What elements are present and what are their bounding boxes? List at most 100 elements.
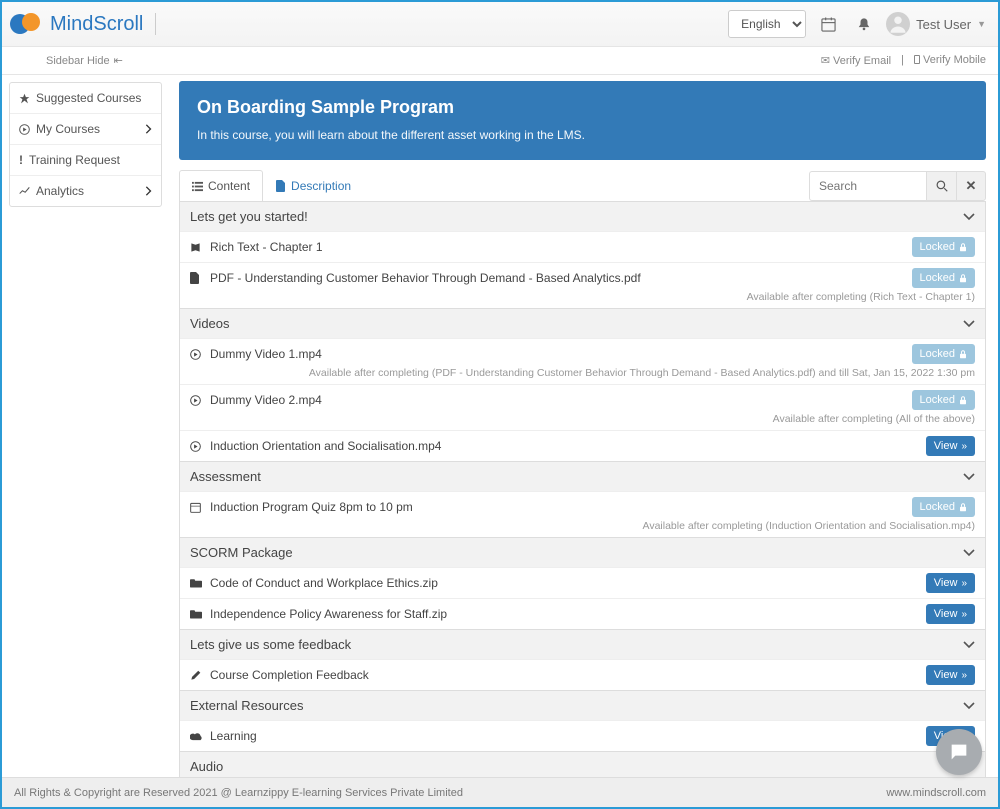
sidebar-item[interactable]: Analytics	[10, 176, 161, 206]
content-item: Rich Text - Chapter 1 Locked	[180, 231, 985, 262]
item-title: Dummy Video 2.mp4	[210, 393, 906, 407]
item-title: Independence Policy Awareness for Staff.…	[210, 607, 920, 621]
item-title: Rich Text - Chapter 1	[210, 240, 906, 254]
chevron-double-right-icon: »	[961, 441, 967, 452]
sidebar-icon: !	[19, 153, 23, 167]
nav-divider	[155, 13, 156, 35]
chevron-down-icon	[963, 702, 975, 710]
content-item: Dummy Video 2.mp4 Locked Available after…	[180, 384, 985, 430]
section-header[interactable]: External Resources	[180, 690, 985, 720]
file-icon	[276, 180, 286, 192]
mail-icon: ✉	[821, 55, 830, 67]
locked-button: Locked	[912, 390, 975, 410]
avatar-icon	[886, 12, 910, 36]
course-accordion: Lets get you started! Rich Text - Chapte…	[179, 201, 986, 777]
chevron-double-right-icon: »	[961, 578, 967, 589]
section-header[interactable]: Lets give us some feedback	[180, 629, 985, 659]
section-header[interactable]: Audio	[180, 751, 985, 777]
view-button[interactable]: View »	[926, 436, 975, 456]
section-header[interactable]: Videos	[180, 308, 985, 338]
user-menu[interactable]: Test User ▼	[886, 12, 986, 36]
collapse-left-icon: ⇤	[114, 54, 123, 67]
section-header[interactable]: Assessment	[180, 461, 985, 491]
item-availability-note: Available after completing (All of the a…	[190, 413, 975, 425]
view-button[interactable]: View »	[926, 604, 975, 624]
section-title: Lets give us some feedback	[190, 637, 351, 652]
folder-icon	[190, 609, 204, 619]
sidebar-item[interactable]: ! Training Request	[10, 145, 161, 176]
tab-description[interactable]: Description	[263, 170, 364, 201]
chevron-down-icon	[963, 213, 975, 221]
content-item: Induction Program Quiz 8pm to 10 pm Lock…	[180, 491, 985, 537]
chat-icon	[948, 741, 970, 763]
item-availability-note: Available after completing (PDF - Unders…	[190, 367, 975, 379]
list-icon	[192, 181, 203, 192]
search-input[interactable]	[809, 171, 926, 201]
content-item: Dummy Video 1.mp4 Locked Available after…	[180, 338, 985, 384]
locked-button: Locked	[912, 237, 975, 257]
section-title: Videos	[190, 316, 230, 331]
content-item: Course Completion Feedback View »	[180, 659, 985, 690]
view-button[interactable]: View »	[926, 573, 975, 593]
main-content: On Boarding Sample Program In this cours…	[169, 75, 998, 777]
sidebar-label: Training Request	[29, 153, 120, 167]
play-icon	[190, 349, 204, 360]
chevron-double-right-icon: »	[961, 670, 967, 681]
clear-search-button[interactable]: ✕	[956, 171, 986, 201]
mobile-icon	[914, 55, 920, 64]
chevron-down-icon	[963, 641, 975, 649]
sidebar-label: Analytics	[36, 184, 84, 198]
item-availability-note: Available after completing (Rich Text - …	[190, 291, 975, 303]
sidebar-item[interactable]: Suggested Courses	[10, 83, 161, 114]
item-title: Course Completion Feedback	[210, 668, 920, 682]
section-header[interactable]: Lets get you started!	[180, 201, 985, 231]
chevron-down-icon	[963, 473, 975, 481]
brand[interactable]: MindScroll	[10, 13, 143, 36]
top-navbar: MindScroll English Test User ▼	[2, 2, 998, 47]
locked-button: Locked	[912, 497, 975, 517]
item-title: Induction Orientation and Socialisation.…	[210, 439, 920, 453]
item-availability-note: Available after completing (Induction Or…	[190, 520, 975, 532]
verify-email-link[interactable]: ✉ Verify Email	[821, 54, 891, 67]
calendar-icon[interactable]	[814, 8, 842, 40]
sidebar-item[interactable]: My Courses	[10, 114, 161, 145]
book-icon	[190, 242, 204, 253]
footer-right[interactable]: www.mindscroll.com	[886, 787, 986, 799]
search-button[interactable]	[926, 171, 956, 201]
sidebar-toggle[interactable]: Sidebar Hide ⇤	[46, 54, 123, 67]
folder-icon	[190, 578, 204, 588]
brand-logo-icon	[10, 13, 44, 35]
verify-mobile-link[interactable]: Verify Mobile	[914, 54, 986, 67]
lock-icon	[959, 274, 967, 283]
locked-button: Locked	[912, 268, 975, 288]
sidebar: Suggested Courses My Courses ! Training …	[2, 75, 169, 777]
brand-text: MindScroll	[50, 13, 143, 36]
chevron-down-icon	[963, 549, 975, 557]
chat-fab[interactable]	[936, 729, 982, 775]
item-title: Code of Conduct and Workplace Ethics.zip	[210, 576, 920, 590]
sidebar-icon	[19, 93, 30, 104]
sidebar-label: Suggested Courses	[36, 91, 141, 105]
bell-icon[interactable]	[850, 8, 878, 40]
search-icon	[936, 180, 948, 192]
sidebar-icon	[19, 186, 30, 197]
play-icon	[190, 441, 204, 452]
language-select[interactable]: English	[728, 10, 806, 38]
cloud-icon	[190, 731, 204, 741]
sub-toolbar: Sidebar Hide ⇤ ✉ Verify Email | Verify M…	[2, 47, 998, 75]
content-item: PDF - Understanding Customer Behavior Th…	[180, 262, 985, 308]
tab-content[interactable]: Content	[179, 170, 263, 201]
user-name: Test User	[916, 17, 971, 32]
calendar-icon	[190, 502, 204, 513]
sidebar-icon	[19, 124, 30, 135]
close-icon: ✕	[966, 178, 977, 194]
pencil-icon	[190, 670, 204, 681]
caret-down-icon: ▼	[977, 19, 986, 29]
locked-button: Locked	[912, 344, 975, 364]
view-button[interactable]: View »	[926, 665, 975, 685]
section-title: External Resources	[190, 698, 303, 713]
section-title: Lets get you started!	[190, 209, 308, 224]
section-header[interactable]: SCORM Package	[180, 537, 985, 567]
footer: All Rights & Copyright are Reserved 2021…	[2, 777, 998, 807]
chevron-double-right-icon: »	[961, 609, 967, 620]
